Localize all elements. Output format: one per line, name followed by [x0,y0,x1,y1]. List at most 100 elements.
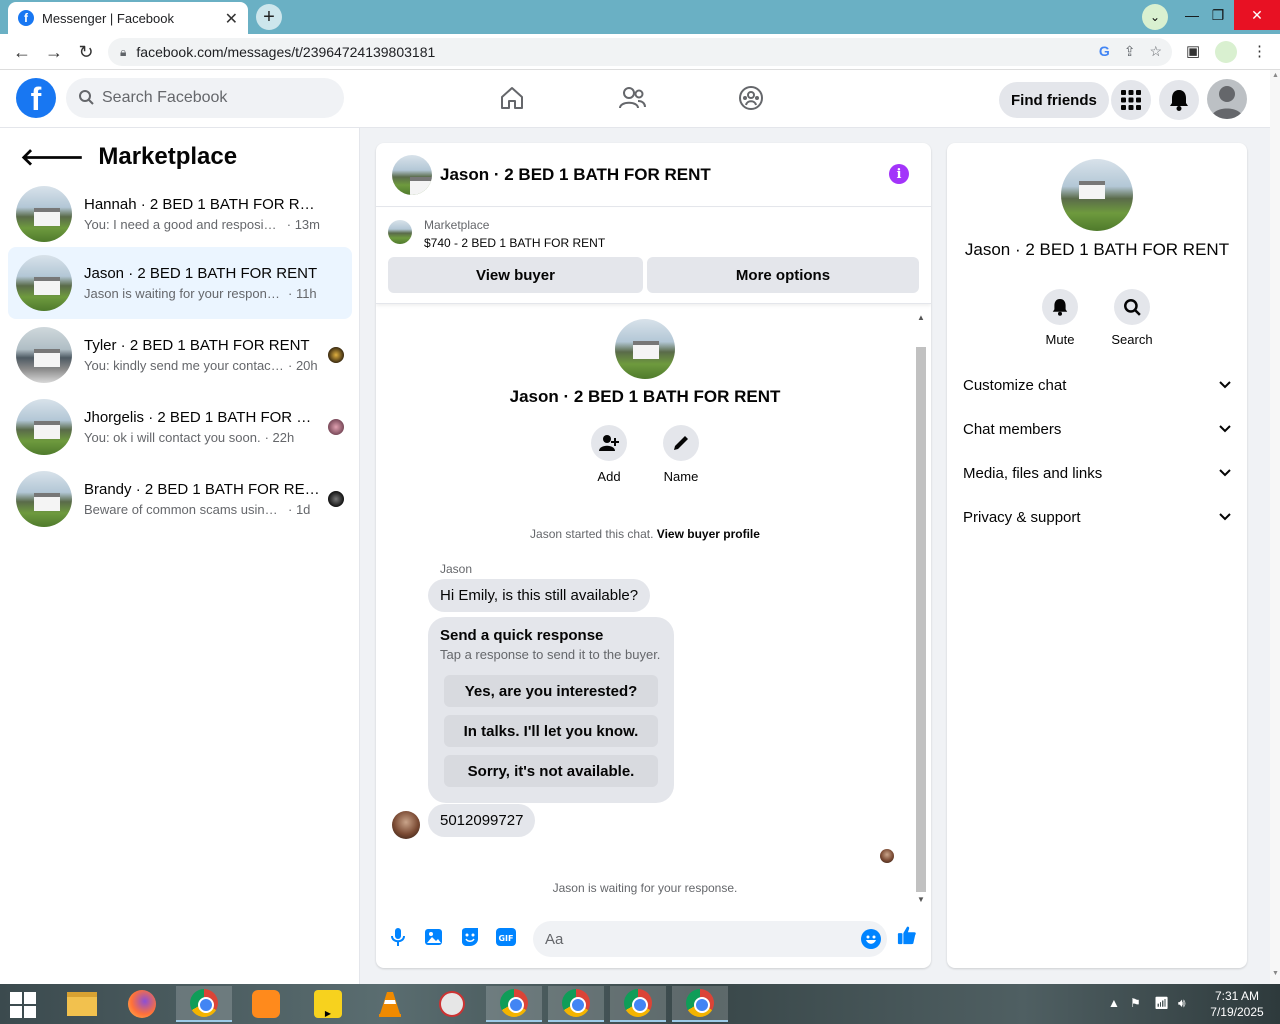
windows-start-icon[interactable] [10,992,36,1018]
view-buyer-button[interactable]: View buyer [388,257,643,293]
scroll-up-icon[interactable]: ▲ [917,313,925,322]
groups-icon[interactable] [737,84,765,112]
conversation-item[interactable]: Tyler · 2 BED 1 BATH FOR RENT You: kindl… [8,319,352,391]
forward-arrow-icon[interactable]: → [42,40,66,64]
chrome-app-icon[interactable] [672,986,728,1022]
conversation-preview: You: ok i will contact you soon. [84,430,261,445]
more-options-button[interactable]: More options [647,257,919,293]
quick-response-button[interactable]: Sorry, it's not available. [444,755,658,787]
new-tab-button[interactable]: + [256,4,282,30]
scroll-down-icon[interactable]: ▼ [1272,970,1279,977]
page-scrollbar[interactable]: ▲ ▼ [1270,70,1280,984]
home-icon[interactable] [498,84,526,112]
notifications-bell-icon[interactable] [1159,80,1199,120]
sender-avatar[interactable] [392,811,420,839]
microphone-icon[interactable] [388,927,408,947]
thumbs-up-icon[interactable] [897,925,917,945]
restore-button[interactable]: ❐ [1204,0,1232,30]
browser-tab[interactable]: f Messenger | Facebook ✕ [8,2,248,34]
conversation-item[interactable]: Jhorgelis · 2 BED 1 BATH FOR RE... You: … [8,391,352,463]
search-label: Search [1111,332,1153,347]
window-close-button[interactable]: ✕ [1234,0,1280,30]
facebook-logo-icon[interactable]: f [16,78,56,118]
chrome-app-icon[interactable] [610,986,666,1022]
back-arrow-icon[interactable]: 🡐 [20,142,84,172]
back-arrow-icon[interactable]: ← [10,40,34,64]
player-icon[interactable]: ▶ [300,986,356,1022]
scroll-thumb[interactable] [916,347,926,892]
seen-avatar [328,347,344,363]
message-input[interactable] [545,930,845,948]
network-signal-icon[interactable]: 📶︎ [1154,996,1169,1010]
conversation-item[interactable]: Hannah · 2 BED 1 BATH FOR RENT You: I ne… [8,178,352,250]
conversation-item-active[interactable]: Jason · 2 BED 1 BATH FOR RENT Jason is w… [8,247,352,319]
quick-response-subtitle: Tap a response to send it to the buyer. [440,647,661,662]
menu-grid-icon[interactable] [1111,80,1151,120]
info-icon[interactable]: i [889,164,909,184]
privacy-support-section[interactable]: Privacy & support [963,497,1231,537]
search-input[interactable] [102,89,322,107]
tab-search-chevron-icon[interactable]: ⌄ [1142,4,1168,30]
mute-button[interactable]: Mute [1030,289,1090,347]
message-input-box[interactable] [533,921,887,957]
volume-icon[interactable]: 🔊︎ [1178,996,1186,1011]
listing-thumbnail[interactable] [388,220,412,244]
system-clock[interactable]: 7:31 AM 7/19/2025 [1202,988,1272,1020]
google-icon[interactable]: G [1099,43,1110,60]
customize-chat-section[interactable]: Customize chat [963,365,1231,405]
menu-dots-icon[interactable]: ⋮ [1252,42,1267,60]
chrome-app-icon[interactable] [548,986,604,1022]
scroll-up-icon[interactable]: ▲ [1272,72,1279,79]
photo-icon[interactable] [424,927,444,947]
listing-title[interactable]: $740 - 2 BED 1 BATH FOR RENT [424,236,605,250]
emoji-icon[interactable] [861,929,881,949]
conversation-time: · 20h [288,358,318,373]
conversation-name: Jason · 2 BED 1 BATH FOR RENT [84,265,318,282]
reload-icon[interactable]: ↻ [74,40,98,64]
chat-avatar[interactable] [392,154,432,195]
conversation-item[interactable]: Brandy · 2 BED 1 BATH FOR RENT Beware of… [8,463,352,535]
media-files-links-section[interactable]: Media, files and links [963,453,1231,493]
vlc-icon[interactable] [362,986,418,1022]
search-box[interactable] [66,78,344,118]
chrome-app-icon[interactable] [486,986,542,1022]
add-people-button[interactable]: Add [579,425,639,484]
search-icon [78,89,94,108]
svg-text:GIF: GIF [498,934,513,943]
marketplace-label: Marketplace [424,218,490,232]
file-explorer-icon[interactable] [54,986,110,1022]
chat-title[interactable]: Jason · 2 BED 1 BATH FOR RENT [440,165,711,185]
side-panel-icon[interactable]: ▣ [1186,42,1200,60]
search-icon [1114,289,1150,325]
gif-icon[interactable]: GIF [496,927,516,947]
share-icon[interactable]: ⇪ [1124,43,1136,60]
network-app-icon[interactable] [424,986,480,1022]
uc-browser-icon[interactable] [238,986,294,1022]
quick-response-button[interactable]: In talks. I'll let you know. [444,715,658,747]
chevron-down-icon [1219,378,1231,392]
chat-members-section[interactable]: Chat members [963,409,1231,449]
account-avatar[interactable] [1207,79,1247,119]
find-friends-button[interactable]: Find friends [999,82,1109,118]
profile-icon[interactable] [1215,41,1237,63]
quick-response-button[interactable]: Yes, are you interested? [444,675,658,707]
show-hidden-icons[interactable]: ▲ [1108,996,1120,1010]
action-center-flag-icon[interactable]: ⚑ [1130,996,1141,1010]
firefox-icon[interactable] [114,986,170,1022]
search-in-chat-button[interactable]: Search [1102,289,1162,347]
friends-icon[interactable] [618,84,646,112]
message-bubble[interactable]: 5012099727 [428,804,536,837]
conversation-name: Tyler · 2 BED 1 BATH FOR RENT [84,337,310,354]
address-bar[interactable]: 🔒︎ facebook.com/messages/t/2396472413980… [108,38,1172,66]
view-buyer-profile-link[interactable]: View buyer profile [657,527,760,541]
scroll-down-icon[interactable]: ▼ [917,895,925,904]
bell-icon [1042,289,1078,325]
sticker-icon[interactable] [460,927,480,947]
name-chat-button[interactable]: Name [651,425,711,484]
tab-close-icon[interactable]: ✕ [225,9,238,29]
message-bubble[interactable]: Hi Emily, is this still available? [428,579,651,612]
bookmark-star-icon[interactable]: ☆ [1149,43,1162,60]
chrome-app-icon[interactable] [176,986,232,1022]
chat-scrollbar[interactable]: ▲ ▼ [914,311,926,904]
lock-icon: 🔒︎ [120,44,127,59]
